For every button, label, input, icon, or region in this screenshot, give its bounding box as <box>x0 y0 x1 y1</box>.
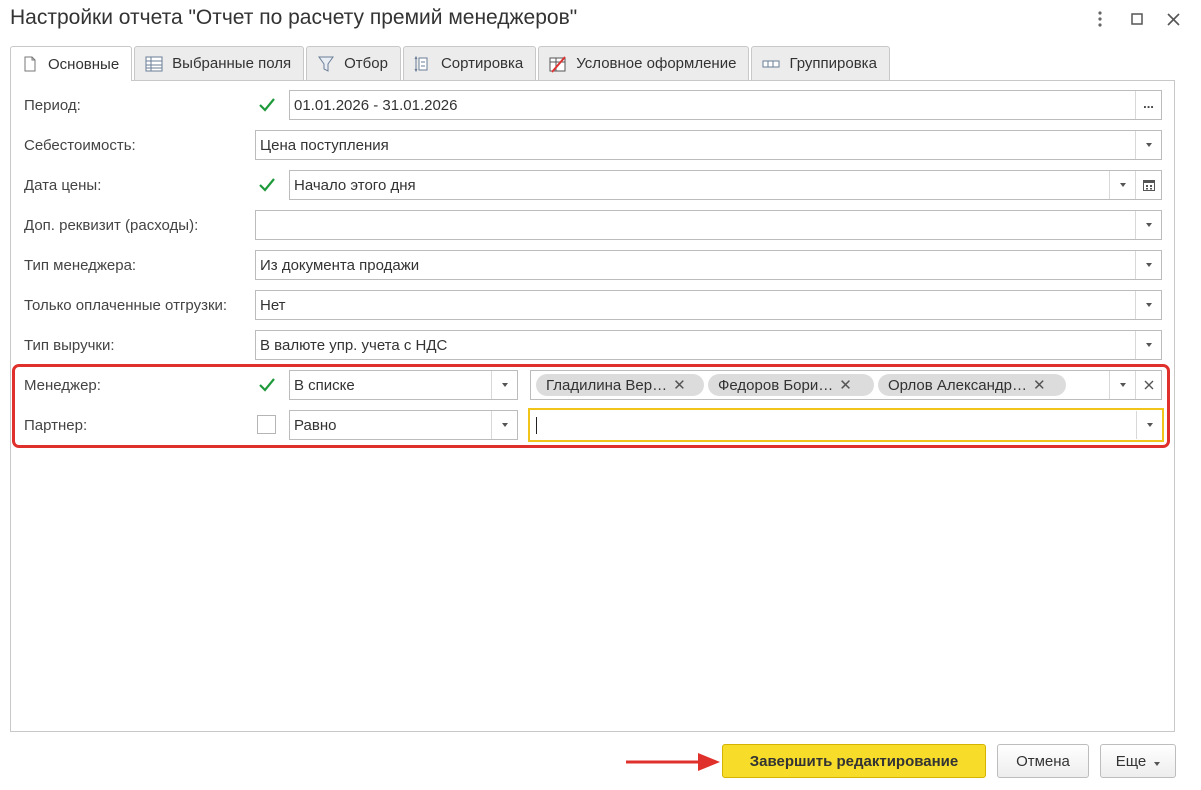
period-select-button[interactable]: ... <box>1135 91 1161 119</box>
manager-type-value: Из документа продажи <box>260 257 420 274</box>
tab-label: Сортировка <box>440 55 524 72</box>
chevron-down-icon[interactable] <box>1135 131 1161 159</box>
tab-bar: Основные Выбранные поля Отбор Сортировка… <box>10 46 890 81</box>
manager-checkbox[interactable] <box>257 375 277 395</box>
row-extra-attr: Доп. реквизит (расходы): <box>11 210 1174 240</box>
price-date-checkbox[interactable] <box>257 175 277 195</box>
text-cursor <box>536 417 537 434</box>
revenue-type-value: В валюте упр. учета с НДС <box>260 337 448 354</box>
paid-only-label: Только оплаченные отгрузки: <box>24 297 228 314</box>
partner-condition-field[interactable]: Равно <box>289 410 518 440</box>
close-icon[interactable] <box>1160 6 1186 32</box>
tab-sort[interactable]: Сортировка <box>402 46 537 80</box>
chevron-down-icon[interactable] <box>1135 291 1161 319</box>
period-checkbox[interactable] <box>257 95 277 115</box>
table-fields-icon <box>145 55 163 73</box>
paid-only-field[interactable]: Нет <box>255 290 1162 320</box>
cost-value: Цена поступления <box>260 137 389 154</box>
conditional-format-icon <box>549 55 567 73</box>
more-vertical-icon[interactable] <box>1087 6 1113 32</box>
row-partner: Партнер: Равно <box>11 408 1174 442</box>
manager-chip[interactable]: Гладилина Вер… ✕ <box>536 374 704 396</box>
manager-chip[interactable]: Орлов Александр… ✕ <box>878 374 1066 396</box>
revenue-type-field[interactable]: В валюте упр. учета с НДС <box>255 330 1162 360</box>
row-cost: Себестоимость: Цена поступления <box>11 130 1174 160</box>
chevron-down-icon[interactable] <box>1109 171 1135 199</box>
maximize-icon[interactable] <box>1124 6 1150 32</box>
chevron-down-icon[interactable] <box>1135 331 1161 359</box>
remove-chip-icon[interactable]: ✕ <box>839 376 852 394</box>
period-label: Период: <box>24 97 81 114</box>
row-price-date: Дата цены: Начало этого дня <box>11 170 1174 200</box>
period-field[interactable]: 01.01.2026 - 31.01.2026 ... <box>289 90 1162 120</box>
row-manager: Менеджер: В списке Гладилина Вер… ✕ Федо… <box>11 370 1174 400</box>
period-value: 01.01.2026 - 31.01.2026 <box>294 97 458 114</box>
document-icon <box>21 55 39 73</box>
more-label: Еще <box>1115 752 1147 770</box>
row-manager-type: Тип менеджера: Из документа продажи <box>11 250 1174 280</box>
chevron-down-icon <box>1154 753 1161 770</box>
settings-panel: Период: 01.01.2026 - 31.01.2026 ... Себе… <box>10 80 1175 732</box>
tab-conditional-format[interactable]: Условное оформление <box>538 46 750 80</box>
chevron-down-icon[interactable] <box>1136 411 1162 439</box>
filter-icon <box>317 55 335 73</box>
finish-editing-button[interactable]: Завершить редактирование <box>722 744 986 778</box>
more-button[interactable]: Еще <box>1100 744 1176 778</box>
partner-condition-value: Равно <box>294 417 337 434</box>
tab-selected-fields[interactable]: Выбранные поля <box>134 46 305 80</box>
chevron-down-icon[interactable] <box>491 371 517 399</box>
row-revenue-type: Тип выручки: В валюте упр. учета с НДС <box>11 330 1174 360</box>
chevron-down-icon[interactable] <box>1135 251 1161 279</box>
tab-label: Отбор <box>344 55 388 72</box>
partner-value-field[interactable] <box>528 408 1164 442</box>
remove-chip-icon[interactable]: ✕ <box>673 376 686 394</box>
partner-checkbox[interactable] <box>257 415 276 434</box>
revenue-type-label: Тип выручки: <box>24 337 115 354</box>
paid-only-value: Нет <box>260 297 286 314</box>
partner-label: Партнер: <box>24 417 88 434</box>
arrow-icon <box>626 753 720 771</box>
tab-grouping[interactable]: Группировка <box>751 46 890 80</box>
chevron-down-icon[interactable] <box>1109 371 1135 399</box>
cancel-button[interactable]: Отмена <box>997 744 1089 778</box>
manager-label: Менеджер: <box>24 377 101 394</box>
calendar-icon[interactable] <box>1135 171 1161 199</box>
manager-type-field[interactable]: Из документа продажи <box>255 250 1162 280</box>
extra-attr-label: Доп. реквизит (расходы): <box>24 217 199 234</box>
tab-label: Группировка <box>789 55 877 72</box>
extra-attr-field[interactable] <box>255 210 1162 240</box>
clear-icon[interactable] <box>1135 371 1161 399</box>
price-date-value: Начало этого дня <box>294 177 416 194</box>
cost-field[interactable]: Цена поступления <box>255 130 1162 160</box>
price-date-label: Дата цены: <box>24 177 102 194</box>
manager-value-field[interactable]: Гладилина Вер… ✕ Федоров Бори… ✕ Орлов А… <box>530 370 1162 400</box>
tab-label: Условное оформление <box>576 55 737 72</box>
sort-icon <box>414 55 432 73</box>
manager-condition-field[interactable]: В списке <box>289 370 518 400</box>
manager-type-label: Тип менеджера: <box>24 257 137 274</box>
price-date-field[interactable]: Начало этого дня <box>289 170 1162 200</box>
chevron-down-icon[interactable] <box>1135 211 1161 239</box>
cost-label: Себестоимость: <box>24 137 136 154</box>
tab-main[interactable]: Основные <box>10 46 133 81</box>
tab-label: Выбранные поля <box>172 55 292 72</box>
manager-chip[interactable]: Федоров Бори… ✕ <box>708 374 874 396</box>
manager-condition-value: В списке <box>294 377 355 394</box>
tab-filter[interactable]: Отбор <box>306 46 401 80</box>
chevron-down-icon[interactable] <box>491 411 517 439</box>
grouping-icon <box>762 55 780 73</box>
row-paid-only: Только оплаченные отгрузки: Нет <box>11 290 1174 320</box>
window-title: Настройки отчета "Отчет по расчету преми… <box>10 6 578 29</box>
remove-chip-icon[interactable]: ✕ <box>1033 376 1046 394</box>
row-period: Период: 01.01.2026 - 31.01.2026 ... <box>11 90 1174 120</box>
tab-label: Основные <box>48 55 120 73</box>
